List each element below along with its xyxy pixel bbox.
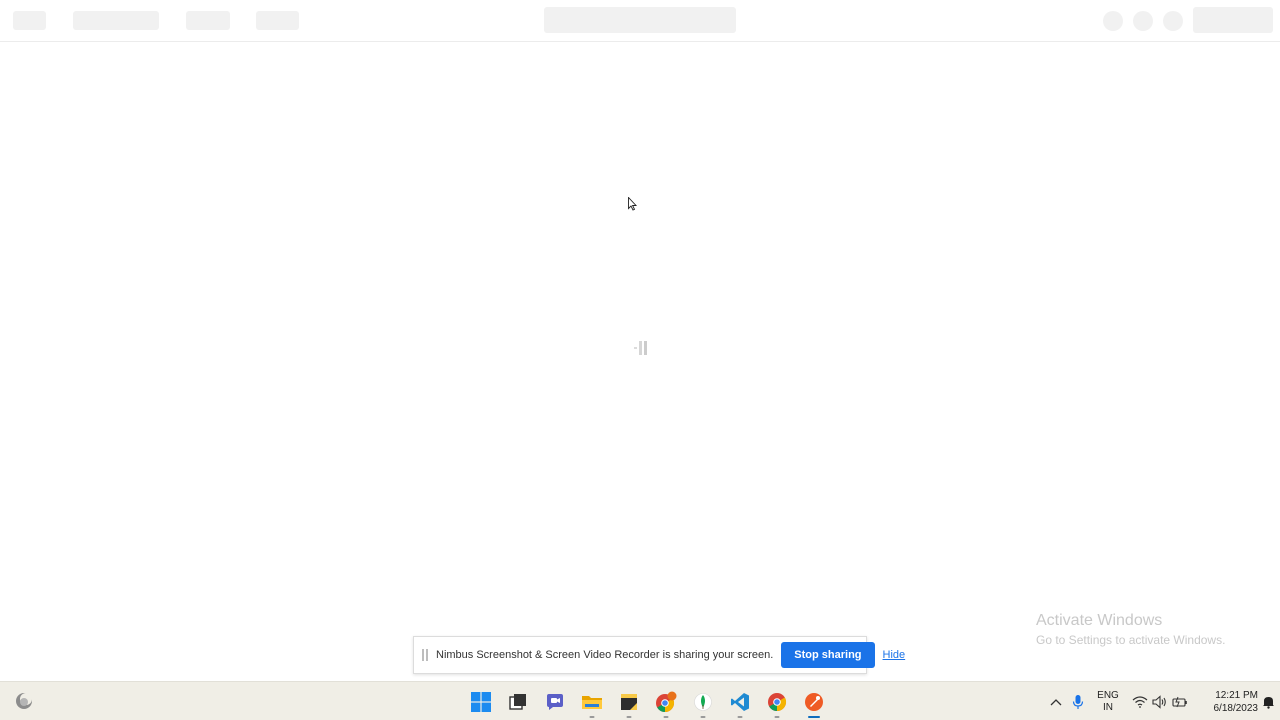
drag-handle-icon[interactable] bbox=[422, 649, 428, 661]
stop-sharing-button[interactable]: Stop sharing bbox=[781, 642, 875, 668]
language-region: IN bbox=[1103, 701, 1113, 713]
network-button[interactable] bbox=[1130, 682, 1150, 720]
mongodb-compass-button[interactable] bbox=[684, 682, 721, 720]
speaker-icon bbox=[1152, 694, 1166, 709]
skeleton-search-block bbox=[544, 7, 736, 33]
battery-charging-icon bbox=[1172, 696, 1187, 707]
chevron-up-icon bbox=[1050, 698, 1062, 705]
skeleton-circle-3 bbox=[1163, 11, 1183, 31]
desktop-screen: Activate Windows Go to Settings to activ… bbox=[0, 0, 1280, 720]
vscode-button[interactable] bbox=[721, 682, 758, 720]
sticky-notes-icon bbox=[620, 693, 637, 710]
chrome-profile-button[interactable] bbox=[647, 682, 684, 720]
clock-date: 6/18/2023 bbox=[1213, 702, 1259, 714]
running-indicator bbox=[589, 716, 594, 718]
skeleton-block-3 bbox=[186, 11, 230, 30]
skeleton-circle-1 bbox=[1103, 11, 1123, 31]
watermark-title: Activate Windows bbox=[1036, 612, 1163, 629]
clock[interactable]: 12:21 PM 6/18/2023 bbox=[1194, 682, 1259, 720]
start-button[interactable] bbox=[462, 682, 499, 720]
chrome-button[interactable] bbox=[758, 682, 795, 720]
chrome-icon bbox=[655, 691, 676, 712]
postman-button[interactable] bbox=[795, 682, 832, 720]
chrome-icon bbox=[767, 692, 786, 711]
activate-windows-watermark: Activate Windows Go to Settings to activ… bbox=[1036, 611, 1225, 649]
battery-button[interactable] bbox=[1170, 682, 1190, 720]
taskbar: ENG IN 12:21 PM 6/18/2023 bbox=[0, 681, 1280, 720]
running-indicator bbox=[774, 716, 779, 718]
active-indicator bbox=[807, 716, 820, 718]
mouse-cursor-icon bbox=[628, 197, 638, 211]
running-indicator bbox=[737, 716, 742, 718]
skeleton-block-1 bbox=[13, 11, 46, 30]
chat-button[interactable] bbox=[536, 682, 573, 720]
wifi-icon bbox=[1132, 695, 1148, 708]
running-indicator bbox=[626, 716, 631, 718]
language-code: ENG bbox=[1097, 689, 1119, 701]
task-view-icon bbox=[508, 693, 526, 710]
folder-icon bbox=[581, 695, 602, 709]
running-indicator bbox=[700, 716, 705, 718]
sharing-message: Nimbus Screenshot & Screen Video Recorde… bbox=[436, 649, 774, 661]
system-tray: ENG IN 12:21 PM 6/18/2023 bbox=[1040, 682, 1280, 720]
skeleton-block-4 bbox=[256, 11, 299, 30]
loading-spinner-icon bbox=[634, 341, 647, 355]
taskbar-apps bbox=[462, 682, 832, 720]
hide-link[interactable]: Hide bbox=[883, 649, 906, 661]
microphone-button[interactable] bbox=[1068, 682, 1088, 720]
skeleton-block-2 bbox=[73, 11, 159, 30]
mongodb-leaf-icon bbox=[693, 692, 712, 711]
postman-icon bbox=[804, 692, 823, 711]
notifications-button[interactable] bbox=[1260, 682, 1276, 720]
running-indicator bbox=[663, 716, 668, 718]
skeleton-circle-2 bbox=[1133, 11, 1153, 31]
windows-logo-icon bbox=[470, 691, 491, 712]
clock-time: 12:21 PM bbox=[1215, 689, 1258, 701]
skeleton-block-right bbox=[1193, 7, 1273, 33]
screen-sharing-bar: Nimbus Screenshot & Screen Video Recorde… bbox=[413, 636, 905, 674]
task-view-button[interactable] bbox=[499, 682, 536, 720]
weather-widget-icon[interactable] bbox=[14, 691, 34, 711]
teams-chat-icon bbox=[546, 693, 563, 710]
show-hidden-icons-button[interactable] bbox=[1046, 682, 1066, 720]
watermark-subtitle: Go to Settings to activate Windows. bbox=[1036, 633, 1226, 647]
sticky-notes-button[interactable] bbox=[610, 682, 647, 720]
skeleton-toolbar bbox=[0, 0, 1280, 42]
volume-button[interactable] bbox=[1150, 682, 1170, 720]
notification-bell-icon bbox=[1262, 696, 1274, 709]
file-explorer-button[interactable] bbox=[573, 682, 610, 720]
vscode-icon bbox=[730, 692, 749, 711]
language-indicator[interactable]: ENG IN bbox=[1092, 682, 1124, 720]
microphone-icon bbox=[1072, 694, 1084, 709]
